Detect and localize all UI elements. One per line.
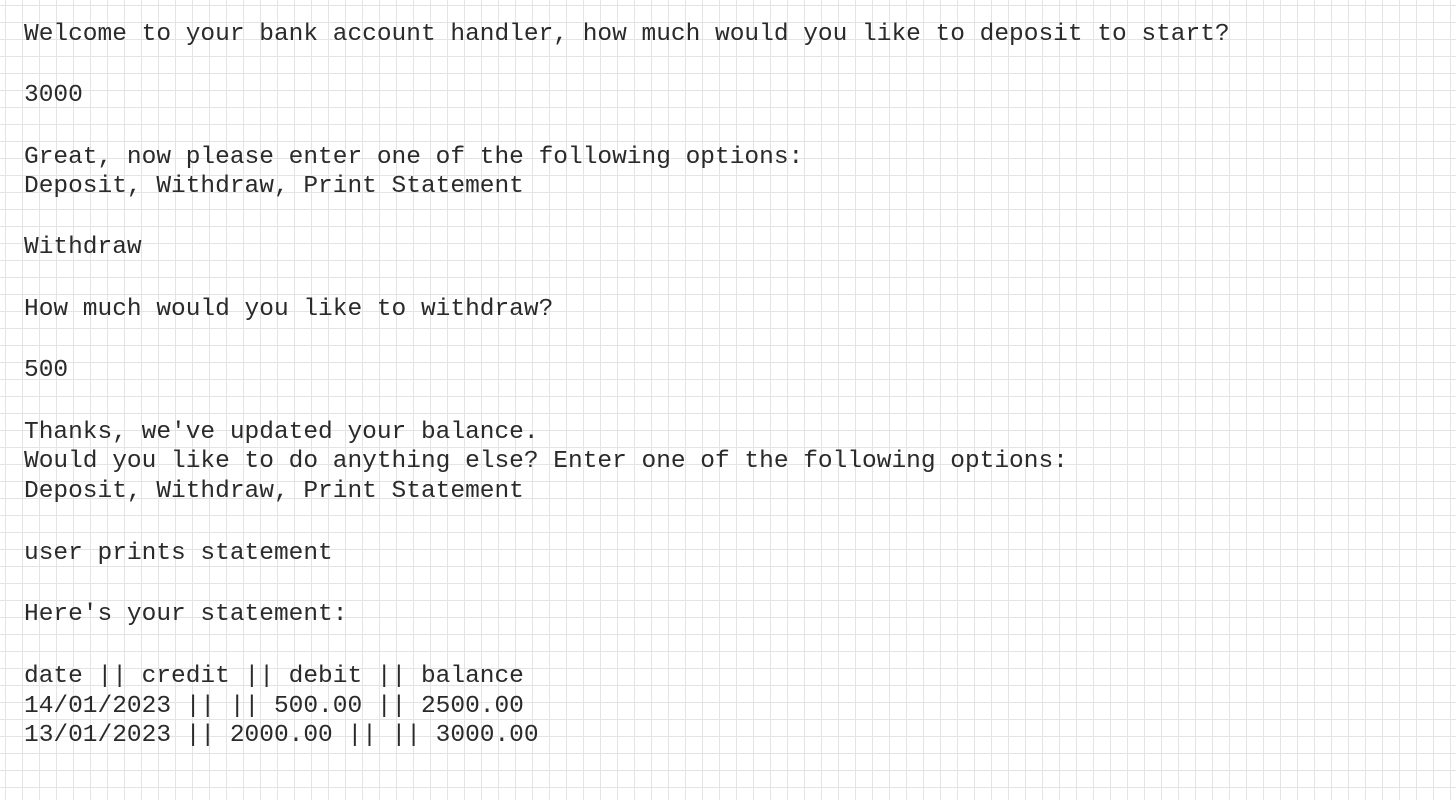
statement-intro: Here's your statement: (24, 601, 348, 628)
welcome-prompt: Welcome to your bank account handler, ho… (24, 21, 1230, 48)
options-list: Deposit, Withdraw, Print Statement (24, 173, 524, 200)
options-list: Deposit, Withdraw, Print Statement (24, 478, 524, 505)
statement-row: 14/01/2023 || || 500.00 || 2500.00 (24, 693, 524, 720)
options-intro: Great, now please enter one of the follo… (24, 144, 804, 171)
statement-row: 13/01/2023 || 2000.00 || || 3000.00 (24, 722, 539, 749)
withdraw-amount-input: 500 (24, 357, 69, 384)
anything-else-prompt: Would you like to do anything else? Ente… (24, 448, 1068, 475)
terminal-transcript: Welcome to your bank account handler, ho… (0, 0, 1456, 800)
balance-updated-msg: Thanks, we've updated your balance. (24, 419, 539, 446)
statement-header: date || credit || debit || balance (24, 663, 524, 690)
withdraw-prompt: How much would you like to withdraw? (24, 296, 554, 323)
user-choice: Withdraw (24, 234, 142, 261)
initial-deposit-input: 3000 (24, 82, 83, 109)
user-choice: user prints statement (24, 540, 333, 567)
